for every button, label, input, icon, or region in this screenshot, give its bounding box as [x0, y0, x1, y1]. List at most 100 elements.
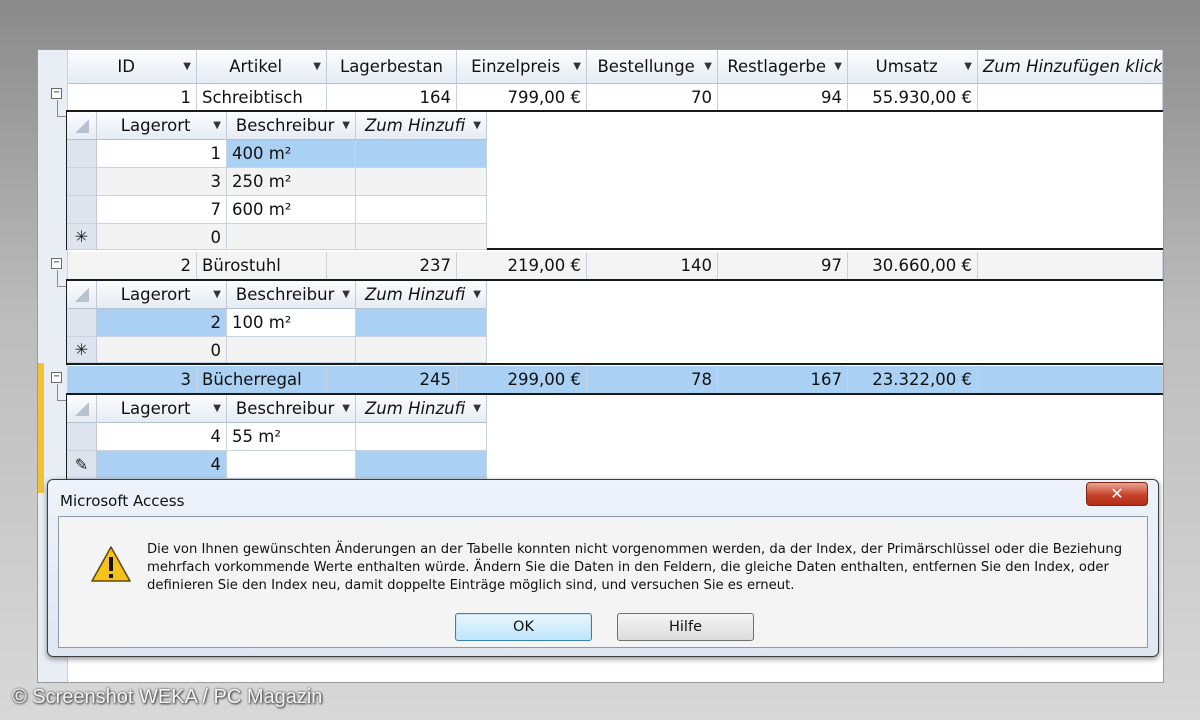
editing-row[interactable]: ✎ 4 [67, 451, 487, 479]
dropdown-arrow-icon[interactable]: ▼ [964, 53, 972, 81]
record-selector[interactable] [67, 168, 97, 196]
cell-lagerort[interactable]: 3 [97, 168, 227, 196]
cell-lagerbestand[interactable]: 237 [327, 252, 457, 280]
cell-add-field[interactable] [356, 196, 487, 224]
cell-beschreibung[interactable]: 100 m² [227, 309, 356, 337]
dropdown-arrow-icon[interactable]: ▼ [213, 112, 221, 139]
dropdown-arrow-icon[interactable]: ▼ [473, 281, 481, 308]
ok-button[interactable]: OK [455, 613, 592, 641]
table-row[interactable]: 1 Schreibtisch 164 799,00 € 70 94 55.930… [68, 84, 1163, 112]
cell-add-field[interactable] [356, 224, 487, 250]
cell-lagerort[interactable]: 2 [97, 309, 227, 337]
dropdown-arrow-icon[interactable]: ▼ [342, 112, 350, 139]
cell-beschreibung[interactable]: 400 m² [227, 140, 356, 168]
cell-restlagerbestand[interactable]: 94 [718, 84, 848, 112]
cell-beschreibung[interactable] [227, 337, 356, 363]
dropdown-arrow-icon[interactable]: ▼ [473, 112, 481, 139]
dropdown-arrow-icon[interactable]: ▼ [213, 395, 221, 422]
cell-lagerort[interactable]: 0 [97, 224, 227, 250]
cell-add-field[interactable] [978, 84, 1163, 112]
list-item[interactable]: 7 600 m² [67, 196, 487, 224]
col-header-lagerort[interactable]: Lagerort ▼ [97, 112, 227, 140]
col-header-id[interactable]: ID ▼ [68, 50, 197, 84]
cell-restlagerbestand[interactable]: 97 [718, 252, 848, 280]
col-header-add-field[interactable]: Zum Hinzufügen klick [978, 50, 1163, 84]
col-header-bestellungen[interactable]: Bestellunge ▼ [587, 50, 718, 84]
select-all-corner[interactable] [67, 395, 97, 423]
cell-id[interactable]: 2 [68, 252, 197, 280]
col-header-artikel[interactable]: Artikel ▼ [197, 50, 327, 84]
list-item[interactable]: 3 250 m² [67, 168, 487, 196]
col-header-beschreibung[interactable]: Beschreibur ▼ [227, 395, 356, 423]
cell-artikel[interactable]: Schreibtisch [197, 84, 327, 112]
table-row[interactable]: 3 Bücherregal 245 299,00 € 78 167 23.322… [68, 366, 1163, 394]
dropdown-arrow-icon[interactable]: ▼ [704, 53, 712, 81]
cell-lagerort[interactable]: 1 [97, 140, 227, 168]
cell-add-field[interactable] [356, 423, 487, 451]
dropdown-arrow-icon[interactable]: ▼ [573, 53, 581, 81]
cell-add-field[interactable] [356, 451, 487, 479]
select-all-corner[interactable] [67, 281, 97, 309]
dropdown-arrow-icon[interactable]: ▼ [342, 395, 350, 422]
cell-add-field[interactable] [356, 168, 487, 196]
cell-artikel[interactable]: Bücherregal [197, 366, 327, 394]
cell-beschreibung[interactable]: 600 m² [227, 196, 356, 224]
record-selector[interactable] [67, 196, 97, 224]
cell-restlagerbestand[interactable]: 167 [718, 366, 848, 394]
col-header-beschreibung[interactable]: Beschreibur ▼ [227, 112, 356, 140]
cell-beschreibung[interactable]: 55 m² [227, 423, 356, 451]
col-header-add-field[interactable]: Zum Hinzufi ▼ [356, 395, 487, 423]
dropdown-arrow-icon[interactable]: ▼ [342, 281, 350, 308]
cell-lagerort[interactable]: 4 [97, 451, 227, 479]
cell-bestellungen[interactable]: 70 [587, 84, 718, 112]
cell-einzelpreis[interactable]: 799,00 € [457, 84, 587, 112]
cell-umsatz[interactable]: 30.660,00 € [848, 252, 978, 280]
collapse-toggle-icon[interactable]: − [51, 372, 62, 383]
dropdown-arrow-icon[interactable]: ▼ [213, 281, 221, 308]
record-selector[interactable] [67, 140, 97, 168]
collapse-toggle-icon[interactable]: − [51, 258, 62, 269]
help-button[interactable]: Hilfe [617, 613, 754, 641]
collapse-toggle-icon[interactable]: − [51, 88, 62, 99]
table-row[interactable]: 2 Bürostuhl 237 219,00 € 140 97 30.660,0… [68, 252, 1163, 280]
col-header-restlagerbestand[interactable]: Restlagerbe ▼ [718, 50, 848, 84]
cell-beschreibung[interactable] [227, 451, 356, 479]
dropdown-arrow-icon[interactable]: ▼ [473, 395, 481, 422]
dropdown-arrow-icon[interactable]: ▼ [183, 53, 191, 81]
col-header-add-field[interactable]: Zum Hinzufi ▼ [356, 112, 487, 140]
col-header-einzelpreis[interactable]: Einzelpreis ▼ [457, 50, 587, 84]
new-record-row[interactable]: ✳ 0 [67, 224, 487, 250]
list-item[interactable]: 4 55 m² [67, 423, 487, 451]
record-selector[interactable] [67, 309, 97, 337]
col-header-lagerbestand[interactable]: Lagerbestan [327, 50, 457, 84]
cell-id[interactable]: 3 [68, 366, 197, 394]
cell-einzelpreis[interactable]: 299,00 € [457, 366, 587, 394]
cell-umsatz[interactable]: 55.930,00 € [848, 84, 978, 112]
col-header-umsatz[interactable]: Umsatz ▼ [848, 50, 978, 84]
cell-einzelpreis[interactable]: 219,00 € [457, 252, 587, 280]
close-button[interactable]: ✕ [1086, 482, 1148, 506]
cell-add-field[interactable] [356, 337, 487, 363]
cell-lagerort[interactable]: 0 [97, 337, 227, 363]
cell-beschreibung[interactable]: 250 m² [227, 168, 356, 196]
dropdown-arrow-icon[interactable]: ▼ [313, 53, 321, 81]
cell-add-field[interactable] [356, 309, 487, 337]
col-header-lagerort[interactable]: Lagerort ▼ [97, 395, 227, 423]
cell-lagerbestand[interactable]: 245 [327, 366, 457, 394]
new-record-row[interactable]: ✳ 0 [67, 337, 487, 363]
cell-beschreibung[interactable] [227, 224, 356, 250]
cell-add-field[interactable] [978, 366, 1163, 394]
record-selector[interactable] [67, 423, 97, 451]
cell-lagerort[interactable]: 4 [97, 423, 227, 451]
select-all-corner[interactable] [67, 112, 97, 140]
col-header-lagerort[interactable]: Lagerort ▼ [97, 281, 227, 309]
cell-bestellungen[interactable]: 78 [587, 366, 718, 394]
col-header-beschreibung[interactable]: Beschreibur ▼ [227, 281, 356, 309]
cell-lagerbestand[interactable]: 164 [327, 84, 457, 112]
list-item[interactable]: 2 100 m² [67, 309, 487, 337]
col-header-add-field[interactable]: Zum Hinzufi ▼ [356, 281, 487, 309]
cell-add-field[interactable] [978, 252, 1163, 280]
cell-id[interactable]: 1 [68, 84, 197, 112]
dropdown-arrow-icon[interactable]: ▼ [834, 53, 842, 81]
cell-artikel[interactable]: Bürostuhl [197, 252, 327, 280]
